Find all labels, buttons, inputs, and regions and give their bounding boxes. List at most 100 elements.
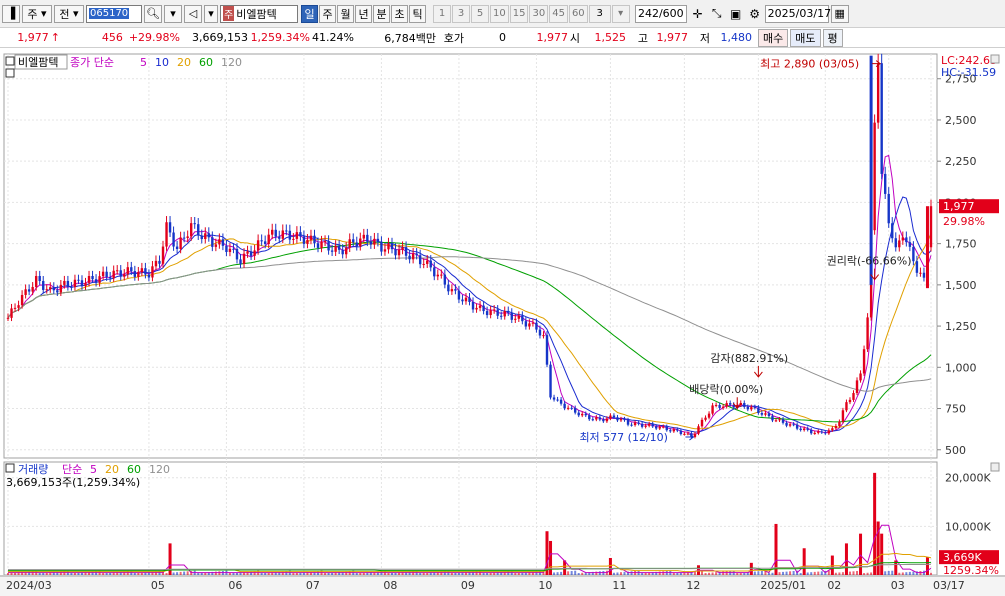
interval-30[interactable]: 30 [529,4,549,23]
candle-body [802,428,806,431]
period-tab-5[interactable]: 초 [391,4,408,23]
chart-type-icon[interactable]: ▐ [2,4,20,23]
count-value: 242/600 [637,7,684,20]
candle-body [810,429,813,434]
crosshair-icon[interactable]: ✛ [689,5,707,23]
interval-5[interactable]: 5 [471,4,489,23]
save-icon[interactable]: ▣ [727,5,745,23]
dropdown-icon[interactable]: ▾ [164,4,182,23]
volume-bar [820,571,823,575]
candle-body [841,410,845,422]
volume-bar [570,571,573,575]
sell-button[interactable]: 매도 [790,28,821,47]
period-tab-1[interactable]: 주 [319,4,336,23]
volume-bar [133,573,136,575]
volume-bar [553,572,556,575]
amount-value: 6,784백만 [384,31,436,45]
candle-body [390,243,394,250]
candle-body [404,247,408,256]
candle-body [108,277,112,279]
volume-bar [176,572,179,575]
interval-select[interactable]: 3 [588,4,611,23]
volume-bar [782,571,785,575]
interval-60[interactable]: 60 [568,4,588,23]
period-tab-2[interactable]: 월 [337,4,354,23]
volume-bar [715,572,718,575]
candle-body [123,274,126,277]
period-tab-3[interactable]: 년 [355,4,372,23]
change-value: 456 [101,31,123,44]
stock-code-input[interactable]: 065170 [86,4,142,23]
legend-ma-20: 20 [177,56,191,69]
candle-body [373,238,376,245]
candle-body [602,419,605,422]
volume-bar [630,571,633,575]
volume-bar [901,572,904,575]
candle-body [637,422,640,424]
volume-spike-bar [802,548,806,575]
candle-body [584,413,587,416]
candle-body [581,413,584,416]
interval-1[interactable]: 1 [433,4,451,23]
candle-body [130,267,133,272]
hc-label: HC:-31.59 [941,66,996,79]
buy-button-label: 매수 [763,31,784,45]
candle-body [605,418,609,422]
price-tick-label: 2,250 [945,155,977,168]
sound-icon[interactable]: ◁ [184,4,202,23]
date-value: 2025/03/17 [767,7,832,20]
market-select2-label: 전 [59,7,70,21]
interval-10[interactable]: 10 [490,4,509,23]
search-icon[interactable]: 🔍︎ [144,4,162,23]
period-tab-0[interactable]: 일 [301,4,318,23]
candle-body [299,232,302,237]
calendar-icon[interactable]: ▦ [830,4,849,23]
volume-bar [419,573,422,575]
eval-button[interactable]: 평 [822,28,843,47]
candle-body [774,420,778,422]
buy-button[interactable]: 매수 [758,28,789,47]
period-tab-6[interactable]: 틱 [409,4,426,23]
interval-45[interactable]: 45 [549,4,568,23]
candle-body [211,237,214,247]
candle-body [746,406,750,410]
period-tab-4[interactable]: 분 [373,4,390,23]
market-select[interactable]: 주 ▾ [22,4,52,23]
market-select2[interactable]: 전 ▾ [54,4,84,23]
candle-body [447,284,450,292]
candle-body [422,263,425,265]
candle-body [59,284,63,293]
volume-bar [355,573,358,575]
interval-3[interactable]: 3 [452,4,470,23]
volume-bar [912,571,915,575]
count-field[interactable]: 242/600 [634,4,687,23]
candle-body [221,239,225,246]
candle-body [161,246,165,264]
candle-body [450,289,454,292]
volume-bar [852,571,855,575]
stock-name-field[interactable]: 주 비엘팜텍 [220,4,298,23]
candle-body [288,230,292,240]
zoom-icon[interactable]: ⤡ [708,5,726,23]
volume-spike-bar [859,533,863,575]
settings-icon[interactable]: ⚙ [746,5,764,23]
candle-body [866,317,869,350]
candle-body [6,317,10,319]
candle-body [517,315,521,319]
volume-bar [102,573,105,575]
interval-dropdown-icon[interactable]: ▾ [611,4,630,23]
candle-body [552,397,556,400]
candle-body [214,244,218,247]
candle-body [45,289,48,291]
interval-15[interactable]: 15 [509,4,529,23]
candle-body [133,271,137,277]
stock-chart[interactable]: 5007501,0001,2501,5001,7502,0002,2502,50… [0,48,1005,596]
quote-value: 0 [464,29,506,47]
date-field[interactable]: 2025/03/17 [764,4,832,23]
candle-body [542,335,545,337]
volume-pct-value: 1,259.34% [250,31,310,44]
candle-body [788,424,792,426]
nav-icon[interactable]: ▾ [204,4,218,23]
candle-body [640,423,644,427]
candle-body [320,241,323,248]
